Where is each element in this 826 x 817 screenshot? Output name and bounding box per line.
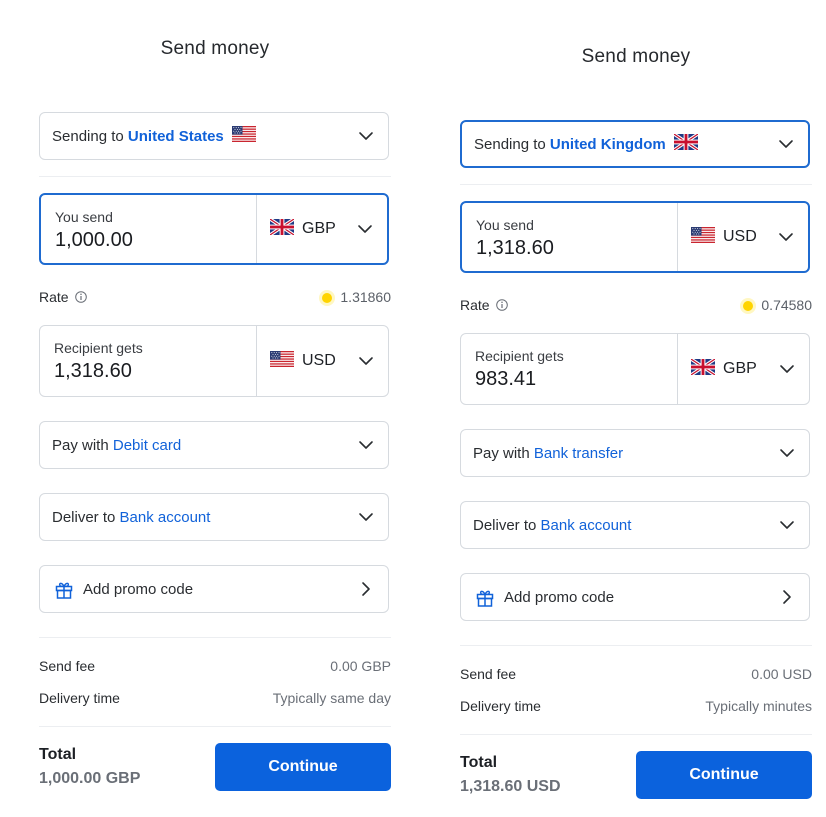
send-fee-label: Send fee xyxy=(460,666,517,682)
promo-code-label: Add promo code xyxy=(504,589,615,606)
chevron-down-icon xyxy=(358,128,374,144)
total-value: 1,000.00 GBP xyxy=(39,770,141,787)
pay-with-select[interactable]: Pay with Debit card xyxy=(39,421,389,469)
divider xyxy=(460,734,812,735)
total-label: Total xyxy=(39,746,77,763)
you-send-field[interactable]: You send 1,000.00 GBP xyxy=(39,193,389,265)
send-currency-code: GBP xyxy=(302,220,336,237)
deliver-to-label: Deliver to xyxy=(473,516,537,534)
payment-method: Debit card xyxy=(112,436,182,454)
page-title: Send money xyxy=(581,46,691,67)
receive-currency-code: GBP xyxy=(723,360,757,377)
you-send-label: You send xyxy=(55,209,113,225)
pay-with-select[interactable]: Pay with Bank transfer xyxy=(460,429,810,477)
divider xyxy=(39,176,391,177)
page-title: Send money xyxy=(160,38,270,59)
recipient-gets-field[interactable]: Recipient gets 1,318.60 USD xyxy=(39,325,389,397)
delivery-time-label: Delivery time xyxy=(39,690,120,706)
gift-icon xyxy=(55,582,73,599)
uk-flag-icon xyxy=(672,132,699,155)
chevron-down-icon xyxy=(779,445,795,461)
rate-label: Rate xyxy=(460,297,490,313)
delivery-time-value: Typically minutes xyxy=(705,698,812,714)
recipient-gets-amount[interactable]: 983.41 xyxy=(475,368,536,391)
chevron-down-icon[interactable] xyxy=(357,221,373,237)
continue-button[interactable]: Continue xyxy=(215,743,391,791)
recipient-gets-label: Recipient gets xyxy=(475,348,564,364)
deliver-to-select[interactable]: Deliver to Bank account xyxy=(460,501,810,549)
receive-currency-select[interactable]: USD xyxy=(270,326,336,396)
us-flag-icon xyxy=(270,350,294,372)
receive-currency-select[interactable]: GBP xyxy=(690,334,757,404)
you-send-amount[interactable]: 1,318.60 xyxy=(476,237,554,260)
rate-value: 1.31860 xyxy=(340,289,391,305)
sending-to-label: Sending to United States xyxy=(52,127,224,145)
send-fee-value: 0.00 GBP xyxy=(330,658,391,674)
send-currency-select[interactable]: GBP xyxy=(269,195,336,263)
continue-button[interactable]: Continue xyxy=(636,751,812,799)
add-promo-code-button[interactable]: Add promo code xyxy=(460,573,810,621)
you-send-amount[interactable]: 1,000.00 xyxy=(55,229,133,252)
gift-icon xyxy=(476,590,494,607)
chevron-down-icon[interactable] xyxy=(358,353,374,369)
promo-code-label: Add promo code xyxy=(83,581,194,598)
exchange-rate: Rate 0.74580 xyxy=(460,297,812,317)
rate-value: 0.74580 xyxy=(761,297,812,313)
send-currency-select[interactable]: USD xyxy=(691,203,757,271)
delivery-method: Bank account xyxy=(540,516,632,534)
delivery-time-label: Delivery time xyxy=(460,698,541,714)
chevron-right-icon xyxy=(358,581,374,597)
chevron-down-icon xyxy=(778,136,794,152)
us-flag-icon xyxy=(231,125,256,147)
add-promo-code-button[interactable]: Add promo code xyxy=(39,565,389,613)
sending-to-select[interactable]: Sending to United States xyxy=(39,112,389,160)
recipient-gets-label: Recipient gets xyxy=(54,340,143,356)
destination-country: United States xyxy=(127,127,224,145)
you-send-field[interactable]: You send 1,318.60 USD xyxy=(460,201,810,273)
rate-label: Rate xyxy=(39,289,69,305)
pay-with-label: Pay with xyxy=(473,444,530,462)
sending-to-label: Sending to United Kingdom xyxy=(474,135,666,153)
receive-currency-code: USD xyxy=(302,352,336,369)
rate-live-dot-icon xyxy=(322,293,333,303)
chevron-down-icon xyxy=(358,437,374,453)
deliver-to-label: Deliver to xyxy=(52,508,116,526)
send-fee-value: 0.00 USD xyxy=(751,666,812,682)
delivery-time-value: Typically same day xyxy=(272,690,391,706)
total-value: 1,318.60 USD xyxy=(460,778,561,795)
deliver-to-select[interactable]: Deliver to Bank account xyxy=(39,493,389,541)
recipient-gets-field[interactable]: Recipient gets 983.41 GBP xyxy=(460,333,810,405)
destination-country: United Kingdom xyxy=(549,135,666,153)
send-fee-label: Send fee xyxy=(39,658,96,674)
divider xyxy=(39,637,391,638)
uk-flag-icon xyxy=(269,217,295,240)
pay-with-label: Pay with xyxy=(52,436,109,454)
you-send-label: You send xyxy=(476,217,534,233)
chevron-down-icon xyxy=(358,509,374,525)
total-label: Total xyxy=(460,754,498,771)
delivery-method: Bank account xyxy=(119,508,211,526)
rate-live-dot-icon xyxy=(743,301,754,311)
chevron-right-icon xyxy=(779,589,795,605)
us-flag-icon xyxy=(691,226,715,248)
info-icon[interactable] xyxy=(75,291,87,303)
chevron-down-icon xyxy=(779,517,795,533)
divider xyxy=(460,184,812,185)
info-icon[interactable] xyxy=(496,299,508,311)
exchange-rate: Rate 1.31860 xyxy=(39,289,391,309)
chevron-down-icon[interactable] xyxy=(779,361,795,377)
chevron-down-icon[interactable] xyxy=(778,229,794,245)
divider xyxy=(460,645,812,646)
send-currency-code: USD xyxy=(723,228,757,245)
uk-flag-icon xyxy=(690,357,716,380)
payment-method: Bank transfer xyxy=(533,444,624,462)
sending-to-select[interactable]: Sending to United Kingdom xyxy=(460,120,810,168)
divider xyxy=(39,726,391,727)
recipient-gets-amount[interactable]: 1,318.60 xyxy=(54,360,132,383)
